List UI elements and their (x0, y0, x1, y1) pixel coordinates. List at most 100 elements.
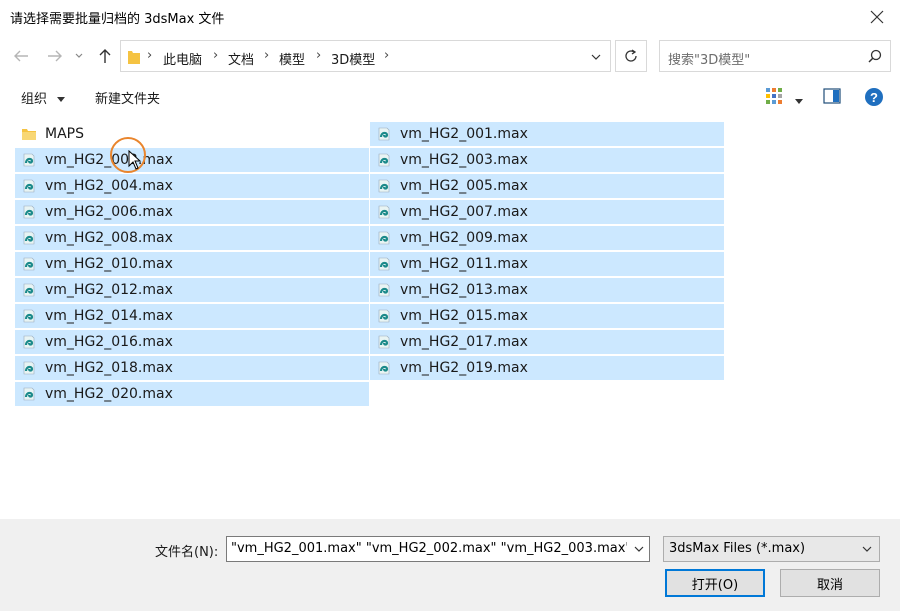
file-item[interactable]: vm_HG2_011.max (370, 252, 724, 276)
command-bar: 组织 新建文件夹 ? (0, 82, 900, 112)
file-name: vm_HG2_019.max (400, 360, 528, 376)
file-item[interactable]: vm_HG2_014.max (15, 304, 369, 328)
new-folder-button[interactable]: 新建文件夹 (95, 88, 160, 107)
file-item[interactable]: vm_HG2_007.max (370, 200, 724, 224)
dialog-footer: 文件名(N): "vm_HG2_001.max" "vm_HG2_002.max… (0, 519, 900, 611)
file-list: MAPS vm_HG2_002.max vm_HG2_004.max vm_HG2_0… (0, 116, 900, 518)
file-item[interactable]: vm_HG2_006.max (15, 200, 369, 224)
file-item[interactable]: vm_HG2_018.max (15, 356, 369, 380)
folder-item[interactable]: MAPS (15, 122, 369, 146)
file-name: vm_HG2_002.max (45, 152, 173, 168)
file-item[interactable]: vm_HG2_017.max (370, 330, 724, 354)
3dsmax-file-icon (378, 335, 390, 349)
close-icon (870, 10, 884, 24)
help-button[interactable]: ? (864, 87, 884, 111)
chevron-down-icon (57, 96, 66, 102)
file-name: vm_HG2_003.max (400, 152, 528, 168)
file-name: vm_HG2_017.max (400, 334, 528, 350)
file-item[interactable]: vm_HG2_010.max (15, 252, 369, 276)
file-item[interactable]: vm_HG2_001.max (370, 122, 724, 146)
file-item[interactable]: vm_HG2_012.max (15, 278, 369, 302)
file-name: vm_HG2_018.max (45, 360, 173, 376)
3dsmax-file-icon (23, 335, 35, 349)
forward-button[interactable] (44, 46, 66, 66)
chevron-down-icon (795, 98, 804, 104)
3dsmax-file-icon (23, 205, 35, 219)
file-name: vm_HG2_015.max (400, 308, 528, 324)
filename-input[interactable]: "vm_HG2_001.max" "vm_HG2_002.max" "vm_HG… (226, 536, 650, 562)
3dsmax-file-icon (378, 205, 390, 219)
3dsmax-file-icon (378, 257, 390, 271)
svg-text:?: ? (870, 90, 878, 105)
breadcrumb-separator: › (264, 48, 270, 63)
up-button[interactable] (94, 46, 116, 66)
filename-value: "vm_HG2_001.max" "vm_HG2_002.max" "vm_HG… (231, 541, 627, 556)
breadcrumb-3d-models[interactable]: 3D模型 (331, 49, 375, 68)
address-history-button[interactable] (586, 47, 606, 67)
3dsmax-file-icon (378, 127, 390, 141)
organize-menu[interactable]: 组织 (21, 88, 66, 107)
arrow-left-icon (14, 50, 28, 62)
open-button[interactable]: 打开(O) (665, 569, 765, 597)
file-item[interactable]: vm_HG2_005.max (370, 174, 724, 198)
view-options-button[interactable] (765, 87, 804, 109)
folder-icon (22, 129, 36, 140)
file-item[interactable]: vm_HG2_019.max (370, 356, 724, 380)
file-name: vm_HG2_013.max (400, 282, 528, 298)
preview-pane-button[interactable] (823, 88, 841, 108)
3dsmax-file-icon (23, 361, 35, 375)
file-item[interactable]: vm_HG2_002.max (15, 148, 369, 172)
file-item[interactable]: vm_HG2_020.max (15, 382, 369, 406)
3dsmax-file-icon (378, 309, 390, 323)
file-name: vm_HG2_008.max (45, 230, 173, 246)
back-button[interactable] (10, 46, 32, 66)
file-name: vm_HG2_006.max (45, 204, 173, 220)
file-item[interactable]: vm_HG2_009.max (370, 226, 724, 250)
search-box[interactable]: 搜索"3D模型" (659, 40, 891, 72)
file-open-dialog: 请选择需要批量归档的 3dsMax 文件 › 此电脑 › 文档 › 模型 › 3… (0, 0, 900, 611)
3dsmax-file-icon (378, 361, 390, 375)
file-item[interactable]: vm_HG2_015.max (370, 304, 724, 328)
cancel-button[interactable]: 取消 (780, 569, 880, 597)
breadcrumb-separator: › (384, 48, 390, 63)
file-type-select[interactable]: 3dsMax Files (*.max) (663, 536, 880, 562)
breadcrumb-documents[interactable]: 文档 (228, 49, 254, 68)
3dsmax-file-icon (378, 179, 390, 193)
title-bar: 请选择需要批量归档的 3dsMax 文件 (0, 0, 900, 34)
3dsmax-file-icon (23, 283, 35, 297)
file-item[interactable]: vm_HG2_004.max (15, 174, 369, 198)
file-name: vm_HG2_001.max (400, 126, 528, 142)
file-name: vm_HG2_014.max (45, 308, 173, 324)
3dsmax-file-icon (378, 283, 390, 297)
file-name: vm_HG2_016.max (45, 334, 173, 350)
chevron-down-icon (862, 546, 872, 552)
file-item[interactable]: vm_HG2_003.max (370, 148, 724, 172)
chevron-down-icon (75, 53, 83, 58)
file-item[interactable]: vm_HG2_008.max (15, 226, 369, 250)
address-bar[interactable]: › 此电脑 › 文档 › 模型 › 3D模型 › (120, 40, 611, 72)
file-type-value: 3dsMax Files (*.max) (669, 541, 806, 556)
file-name: vm_HG2_004.max (45, 178, 173, 194)
refresh-button[interactable] (615, 40, 647, 72)
refresh-icon (625, 49, 637, 62)
arrow-right-icon (48, 50, 62, 62)
breadcrumb-separator: › (316, 48, 322, 63)
arrow-up-icon (99, 49, 111, 63)
file-item[interactable]: vm_HG2_013.max (370, 278, 724, 302)
filename-label: 文件名(N): (155, 545, 219, 560)
chevron-down-icon (591, 54, 601, 60)
recent-locations-button[interactable] (72, 46, 86, 66)
close-button[interactable] (854, 0, 900, 34)
breadcrumb-separator: › (213, 48, 219, 63)
preview-pane-icon (823, 88, 841, 104)
help-icon: ? (865, 88, 883, 106)
search-placeholder: 搜索"3D模型" (668, 53, 751, 68)
breadcrumb-separator: › (147, 48, 153, 63)
breadcrumb-models[interactable]: 模型 (279, 49, 305, 68)
file-item[interactable]: vm_HG2_016.max (15, 330, 369, 354)
file-name: vm_HG2_010.max (45, 256, 173, 272)
file-name: vm_HG2_012.max (45, 282, 173, 298)
breadcrumb-this-pc[interactable]: 此电脑 (163, 49, 202, 68)
navigation-bar: › 此电脑 › 文档 › 模型 › 3D模型 › 搜索"3D模型" (0, 36, 900, 76)
chevron-down-icon[interactable] (632, 541, 646, 557)
